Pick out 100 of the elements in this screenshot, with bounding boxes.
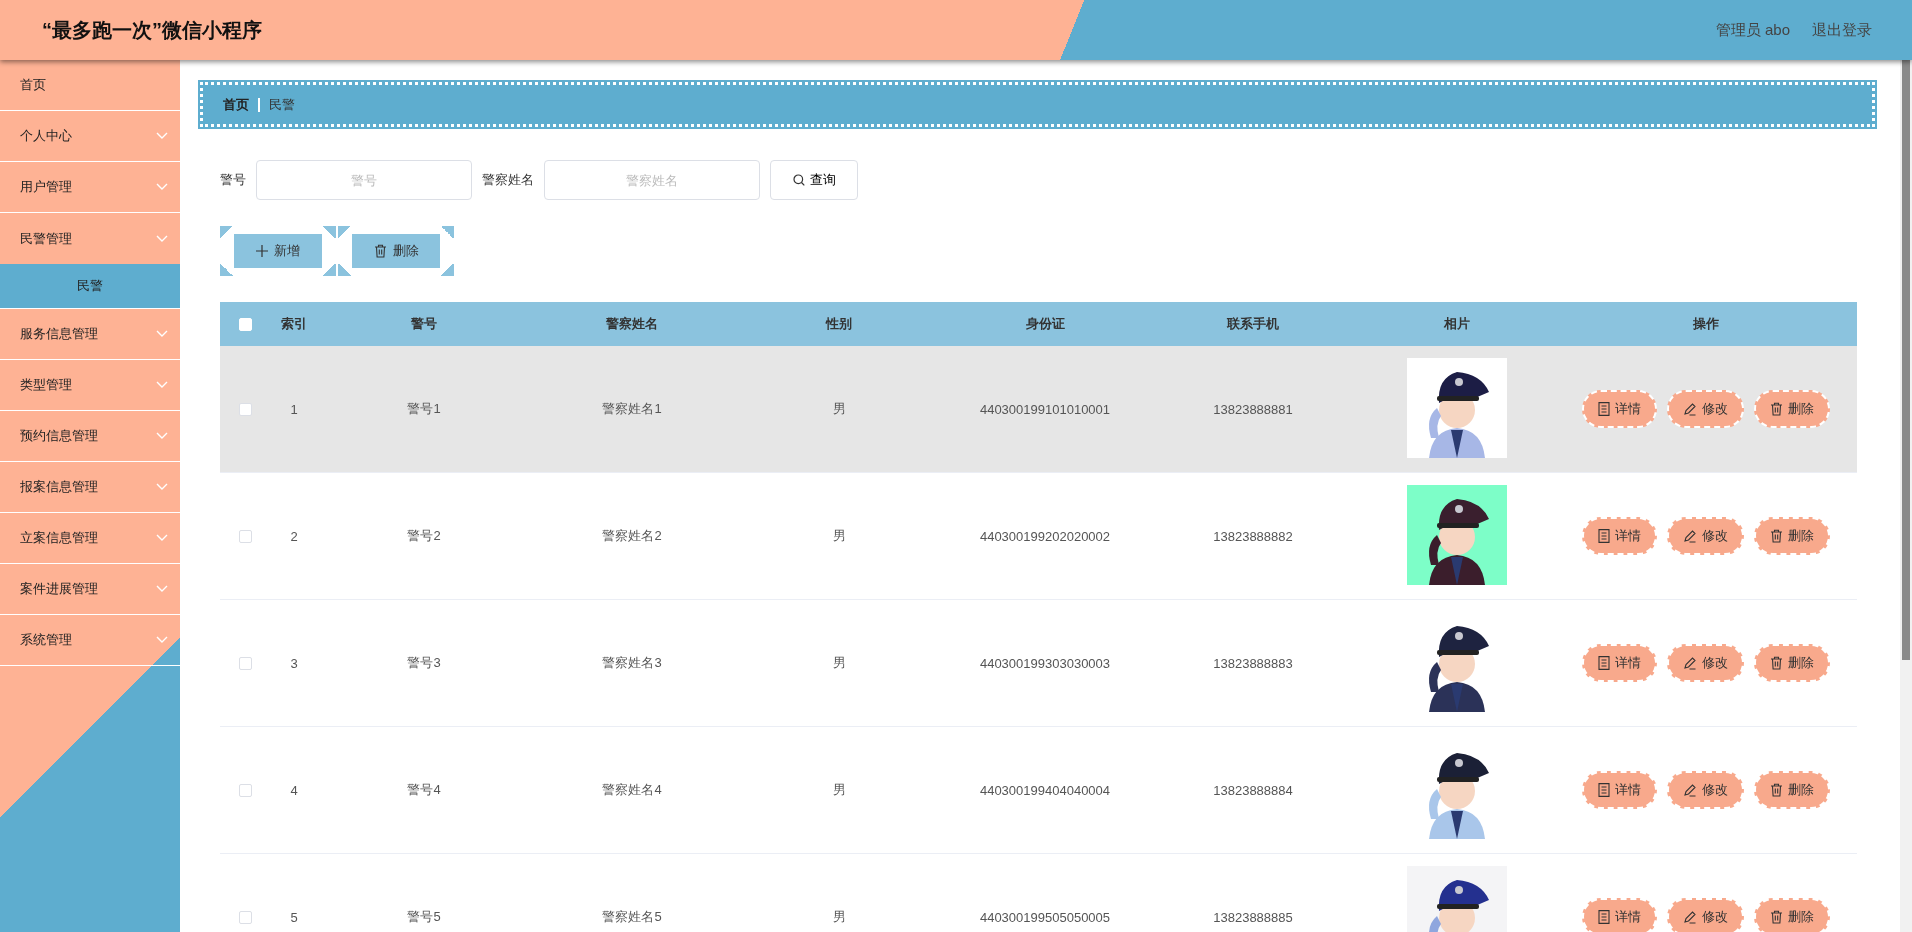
table-cell: 4 — [290, 782, 298, 798]
table-cell: 440300199505050005 — [979, 909, 1111, 925]
table-cell: 5 — [290, 909, 298, 925]
sidebar-item[interactable]: 立案信息管理 — [0, 513, 180, 564]
chevron-icon — [156, 432, 168, 440]
table-cell: 440300199101010001 — [979, 401, 1111, 417]
field-label: 警察姓名 — [482, 171, 534, 189]
table-row[interactable]: 4 警号4 警察姓名4 男 440300199404040004 13823888884 详情 修改 删除 — [220, 727, 1857, 854]
delete-button[interactable]: 删除 — [1753, 517, 1830, 555]
scrollbar[interactable] — [1900, 60, 1912, 932]
document-icon — [1597, 402, 1610, 416]
trash-icon — [1769, 656, 1783, 670]
search-field[interactable]: 警号 — [256, 160, 472, 200]
pen-icon — [1682, 783, 1697, 797]
add-button[interactable]: 新增 — [220, 226, 336, 276]
column-header: 相片 — [1444, 315, 1470, 333]
column-header: 操作 — [1692, 315, 1719, 333]
sidebar-item[interactable]: 首页 — [0, 60, 180, 111]
table-cell: 警察姓名4 — [602, 781, 662, 799]
table-row[interactable]: 2 警号2 警察姓名2 男 440300199202020002 13823888882 详情 修改 删除 — [220, 473, 1857, 600]
table-cell: 警号5 — [407, 908, 441, 926]
user-label: 管理员 abo — [1715, 20, 1790, 40]
plus-icon — [256, 245, 268, 257]
delete-button[interactable]: 删除 — [1753, 771, 1830, 809]
checkbox[interactable] — [238, 402, 252, 416]
table-row[interactable]: 5 警号5 警察姓名5 男 440300199505050005 13823888885 详情 修改 删除 — [220, 854, 1857, 932]
chevron-icon — [156, 132, 168, 140]
detail-button[interactable]: 详情 — [1581, 898, 1657, 932]
table-row[interactable]: 1 警号1 警察姓名1 男 440300199101010001 13823888881 详情 修改 删除 — [220, 346, 1857, 473]
table-row[interactable]: 3 警号3 警察姓名3 男 440300199303030003 13823888883 详情 修改 删除 — [220, 600, 1857, 727]
chevron-icon — [156, 330, 168, 338]
table-cell: 警察姓名1 — [602, 400, 662, 418]
chevron-icon — [156, 483, 168, 491]
checkbox[interactable] — [238, 656, 252, 670]
table-cell: 2 — [290, 528, 298, 544]
sidebar-item[interactable]: 民警管理 — [0, 213, 180, 264]
edit-button[interactable]: 修改 — [1666, 771, 1744, 809]
trash-icon — [1769, 529, 1783, 543]
table-cell: 13823888885 — [1213, 909, 1293, 925]
document-icon — [1597, 783, 1610, 797]
detail-button[interactable]: 详情 — [1581, 390, 1657, 428]
search-icon — [792, 174, 805, 186]
table-cell: 警察姓名2 — [602, 527, 662, 545]
sidebar-item[interactable]: 系统管理 — [0, 615, 180, 666]
delete-button[interactable]: 删除 — [338, 226, 454, 276]
detail-button[interactable]: 详情 — [1581, 771, 1657, 809]
search-field[interactable]: 警察姓名 — [544, 160, 760, 200]
table-cell: 警察姓名5 — [602, 908, 662, 926]
table-cell: 男 — [832, 527, 846, 545]
pen-icon — [1682, 910, 1697, 924]
table-cell: 440300199303030003 — [979, 655, 1111, 671]
sidebar-item[interactable]: 用户管理 — [0, 162, 180, 213]
checkbox[interactable] — [238, 529, 252, 543]
trash-icon — [1769, 783, 1783, 797]
column-header: 性别 — [826, 315, 852, 333]
table-cell: 440300199202020002 — [979, 528, 1111, 544]
trash-icon — [1769, 402, 1783, 416]
checkbox[interactable] — [238, 910, 252, 924]
chevron-icon — [156, 636, 168, 644]
sidebar-item[interactable]: 类型管理 — [0, 360, 180, 411]
table-cell: 3 — [290, 655, 298, 671]
logout-link[interactable]: 退出登录 — [1812, 20, 1872, 40]
edit-button[interactable]: 修改 — [1666, 517, 1744, 555]
sidebar-item[interactable]: 服务信息管理 — [0, 309, 180, 360]
detail-button[interactable]: 详情 — [1581, 644, 1657, 682]
chevron-icon — [156, 534, 168, 542]
sidebar-item[interactable]: 报案信息管理 — [0, 462, 180, 513]
app-title: “最多跑一次”微信小程序 — [42, 17, 262, 43]
breadcrumb-item: 民警 — [269, 95, 295, 114]
table-cell: 警号1 — [407, 400, 441, 418]
detail-button[interactable]: 详情 — [1581, 517, 1657, 555]
table-cell: 警号4 — [407, 781, 441, 799]
table-cell: 13823888884 — [1213, 782, 1293, 798]
sidebar-subitem[interactable]: 民警 — [0, 264, 180, 309]
pen-icon — [1682, 402, 1697, 416]
edit-button[interactable]: 修改 — [1666, 390, 1744, 428]
sidebar-item[interactable]: 案件进展管理 — [0, 564, 180, 615]
edit-button[interactable]: 修改 — [1666, 644, 1744, 682]
document-icon — [1597, 529, 1610, 543]
column-header: 索引 — [281, 315, 307, 333]
pen-icon — [1682, 656, 1697, 670]
sidebar-item[interactable]: 个人中心 — [0, 111, 180, 162]
delete-button[interactable]: 删除 — [1753, 898, 1830, 932]
search-button[interactable]: 查询 — [770, 160, 858, 200]
table-cell: 警号3 — [407, 654, 441, 672]
table-cell: 13823888881 — [1213, 401, 1293, 417]
column-header: 联系手机 — [1227, 315, 1279, 333]
chevron-icon — [156, 381, 168, 389]
checkbox[interactable] — [238, 783, 252, 797]
breadcrumb-item[interactable]: 首页 — [223, 95, 249, 114]
sidebar-item[interactable]: 预约信息管理 — [0, 411, 180, 462]
delete-button[interactable]: 删除 — [1753, 390, 1830, 428]
delete-button[interactable]: 删除 — [1753, 644, 1830, 682]
table-cell: 男 — [832, 781, 846, 799]
table-cell: 13823888883 — [1213, 655, 1293, 671]
table-cell: 男 — [832, 654, 846, 672]
table-cell: 440300199404040004 — [979, 782, 1111, 798]
document-icon — [1597, 656, 1610, 670]
table-cell: 1 — [290, 401, 298, 417]
edit-button[interactable]: 修改 — [1666, 898, 1744, 932]
